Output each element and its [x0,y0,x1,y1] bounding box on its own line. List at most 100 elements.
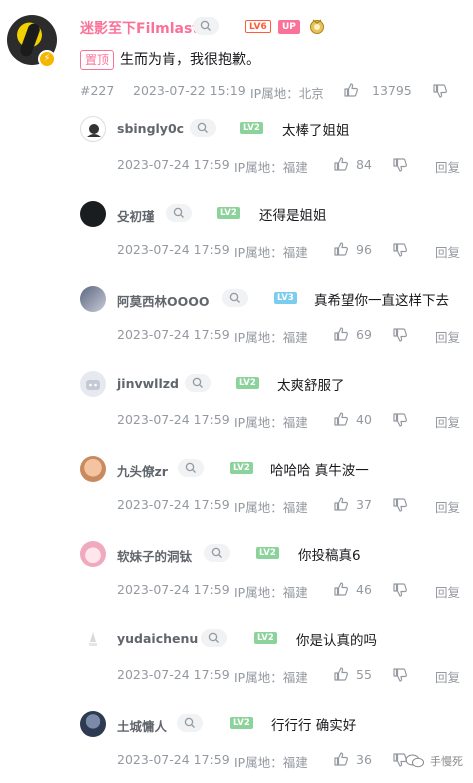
level-badge: LV2 [217,207,240,219]
pinned-tag: 置顶 [80,50,115,70]
reply-text: 你投稿真6 [298,548,361,564]
thumb-up-icon[interactable] [333,751,349,767]
watermark: 手慢死 [430,755,463,768]
reply-item: sbingly0c LV2 太棒了姐姐 2023-07-24 17:59 IP属… [0,108,473,193]
floor-number: #227 [80,83,115,98]
reply-button[interactable]: 回复 [435,412,460,431]
reply-button[interactable]: 回复 [435,242,460,261]
timestamp: 2023-07-22 15:19 [133,83,246,98]
reply-username[interactable]: 九头僚zr [117,461,168,480]
reply-username[interactable]: 殳初瑾 [117,206,155,225]
main-username[interactable]: 迷影至下Filmlast [80,18,199,38]
ip-location: IP属地：福建 [234,415,308,430]
reply-text: 行行行 确实好 [271,718,357,734]
ip-location: IP属地：福建 [234,330,308,345]
level-badge: LV3 [274,292,297,304]
reply-item: 阿莫西林OOOO LV3 真希望你一直这样下去 2023-07-24 17:59… [0,278,473,363]
reply-button[interactable]: 回复 [435,667,460,686]
thumb-down-icon[interactable] [392,582,408,598]
search-icon [229,292,240,303]
avatar[interactable] [80,456,106,482]
level-badge: LV2 [230,462,253,474]
timestamp: 2023-07-24 17:59 [117,412,230,427]
timestamp: 2023-07-24 17:59 [117,752,230,767]
reply-text: 太爽舒服了 [277,378,345,394]
reply-button[interactable]: 回复 [435,157,460,176]
reply-text: 真希望你一直这样下去 [314,293,449,309]
ip-location: IP属地：福建 [234,245,308,260]
search-icon [211,547,222,558]
thumb-down-icon[interactable] [392,667,408,683]
thumb-up-icon[interactable] [333,411,349,427]
search-user-button[interactable] [177,714,203,732]
thumb-down-icon[interactable] [392,157,408,173]
reply-button[interactable]: 回复 [435,582,460,601]
thumb-up-icon[interactable] [333,496,349,512]
reply-username[interactable]: 土城慵人 [117,716,167,735]
reply-username[interactable]: sbingly0c [117,121,184,136]
search-user-button[interactable] [178,459,204,477]
level-badge: LV2 [240,122,263,134]
avatar[interactable] [80,116,106,142]
main-comment: ⚡ 迷影至下Filmlast LV6 UP 置顶 生而为肯，我很抱歉。 #227… [0,0,473,108]
thumb-up-icon[interactable] [333,156,349,172]
search-user-button[interactable] [190,119,216,137]
avatar[interactable] [80,286,106,312]
comment-text: 生而为肯，我很抱歉。 [120,52,260,68]
lightning-badge-icon: ⚡ [38,50,56,68]
level-badge: LV2 [256,547,279,559]
level-badge: LV2 [254,632,277,644]
search-user-button[interactable] [201,629,227,647]
ip-location: IP属地：北京 [250,86,324,101]
thumb-up-icon[interactable] [333,241,349,257]
avatar[interactable] [80,626,106,652]
up-tag: UP [278,20,300,34]
thumb-up-icon[interactable] [333,326,349,342]
ip-location: IP属地：福建 [234,670,308,685]
thumb-down-icon[interactable] [392,412,408,428]
avatar[interactable] [80,201,106,227]
timestamp: 2023-07-24 17:59 [117,667,230,682]
search-icon [173,207,184,218]
ip-location: IP属地：福建 [234,755,308,770]
search-user-button[interactable] [185,374,211,392]
timestamp: 2023-07-24 17:59 [117,327,230,342]
reply-username[interactable]: 软妹子的洞钛 [117,546,192,565]
reply-text: 哈哈哈 真牛波一 [270,463,369,479]
reply-item: 殳初瑾 LV2 还得是姐姐 2023-07-24 17:59 IP属地：福建 9… [0,193,473,278]
thumb-up-icon[interactable] [343,82,359,98]
avatar[interactable] [80,711,106,737]
thumb-down-icon[interactable] [392,327,408,343]
thumb-down-icon[interactable] [392,242,408,258]
search-user-button[interactable] [204,544,230,562]
level-badge: LV2 [236,377,259,389]
search-icon [208,632,219,643]
timestamp: 2023-07-24 17:59 [117,157,230,172]
avatar[interactable] [80,541,106,567]
timestamp: 2023-07-24 17:59 [117,242,230,257]
ip-location: IP属地：福建 [234,160,308,175]
reply-username[interactable]: jinvwllzd [117,376,179,391]
search-user-button[interactable] [222,289,248,307]
thumb-down-icon[interactable] [392,497,408,513]
like-count: 96 [356,242,372,257]
reply-item: jinvwllzd LV2 太爽舒服了 2023-07-24 17:59 IP属… [0,363,473,448]
timestamp: 2023-07-24 17:59 [117,582,230,597]
thumb-down-icon[interactable] [432,83,448,99]
like-count: 37 [356,497,372,512]
thumb-up-icon[interactable] [333,666,349,682]
reply-username[interactable]: yudaichenu [117,631,198,646]
reply-item: 九头僚zr LV2 哈哈哈 真牛波一 2023-07-24 17:59 IP属地… [0,448,473,533]
ip-location: IP属地：福建 [234,500,308,515]
reply-button[interactable]: 回复 [435,497,460,516]
search-user-button[interactable] [166,204,192,222]
reply-button[interactable]: 回复 [435,327,460,346]
avatar[interactable] [80,371,106,397]
search-icon [185,462,196,473]
thumb-up-icon[interactable] [333,581,349,597]
reply-username[interactable]: 阿莫西林OOOO [117,291,210,310]
reply-item: 软妹子的洞钛 LV2 你投稿真6 2023-07-24 17:59 IP属地：福… [0,533,473,618]
like-count: 69 [356,327,372,342]
search-user-button[interactable] [193,17,219,35]
ip-location: IP属地：福建 [234,585,308,600]
